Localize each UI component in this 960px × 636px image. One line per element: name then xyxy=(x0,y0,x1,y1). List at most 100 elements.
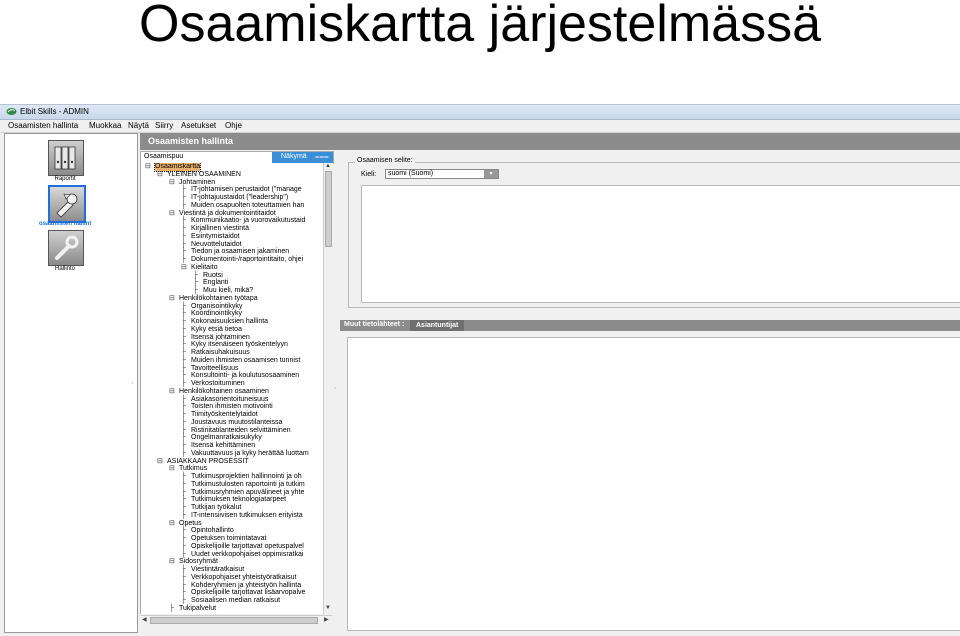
tree-node[interactable]: ├ Tutkimustulosten raportointi ja tutkim xyxy=(141,481,324,489)
view-button[interactable]: Näkymä ⩶ xyxy=(272,152,333,163)
tree-node[interactable]: ├ Tutkimuksen teknologiatarpeet xyxy=(141,496,324,504)
tree-node[interactable]: ⊟ ASIAKKAAN PROSESSIT xyxy=(141,458,324,466)
skill-description-legend: Osaamisen selite: xyxy=(355,157,415,164)
menu-muokkaa[interactable]: Muokkaa xyxy=(89,121,121,130)
tree-node[interactable]: ├ Tiedon ja osaamisen jakaminen xyxy=(141,248,324,256)
tree-node[interactable]: ├ Tukipalvelut xyxy=(141,605,324,613)
collapse-toggle-icon[interactable]: ⊟ xyxy=(181,264,187,272)
tree-node-label: Muu kieli, mikä? xyxy=(203,287,254,294)
tree-node[interactable]: ├ Opintohallinto xyxy=(141,527,324,535)
tree-node[interactable]: ├ Tutkijan työkalut xyxy=(141,504,324,512)
language-select[interactable]: suomi (Suomi) ▾ xyxy=(385,169,499,179)
tree-node[interactable]: ├ Verkostoituminen xyxy=(141,380,324,388)
tree-node[interactable]: ├ Ratkaisuhakuisuus xyxy=(141,349,324,357)
tree-node[interactable]: ⊟ Kielitaito xyxy=(141,264,324,272)
tree-node[interactable]: ├ Muiden ihmisten osaamisen tunnist xyxy=(141,357,324,365)
tree-node[interactable]: ⊟ Tutkimus xyxy=(141,465,324,473)
chevron-down-icon[interactable]: ▾ xyxy=(484,170,498,178)
tree-node[interactable]: ├ Ristiriitatilanteiden selvittäminen xyxy=(141,427,324,435)
tree-vertical-scrollbar[interactable]: ▲ ▼ xyxy=(323,163,333,614)
skill-description-textarea[interactable] xyxy=(361,185,960,303)
tree-node[interactable]: ├ Kommunikaatio- ja vuorovaikutustaid xyxy=(141,217,324,225)
splitter-handle-icon[interactable]: · xyxy=(131,380,133,387)
tree-node[interactable]: ├ Sosiaalisen median ratkaisut xyxy=(141,597,324,605)
tree-node[interactable]: ├ Neuvottelutaidot xyxy=(141,241,324,249)
tree-node[interactable]: ⊟ Henkilökohtainen työtapa xyxy=(141,295,324,303)
tree-node[interactable]: ├ Viestintäratkaisut xyxy=(141,566,324,574)
tree-node[interactable]: ├ Ongelmanratkaisukyky xyxy=(141,434,324,442)
tree-node[interactable]: ├ Asiakasorientoituneisuus xyxy=(141,396,324,404)
tree-node[interactable]: ├ Joustavuus muutostilanteissa xyxy=(141,419,324,427)
tree-node[interactable]: ├ Itsensä johtaminen xyxy=(141,334,324,342)
collapse-toggle-icon[interactable]: ⊟ xyxy=(169,295,175,303)
tree-node[interactable]: ├ Kyky itsenäiseen työskentelyyn xyxy=(141,341,324,349)
tree-hscroll-thumb[interactable] xyxy=(150,617,318,624)
tree-node[interactable]: ├ Verkkopohjaiset yhteistyöratkaisut xyxy=(141,574,324,582)
tree-node[interactable]: ⊟ Osaamiskartta xyxy=(141,163,324,172)
nav-hallinto[interactable]: Hallinto xyxy=(39,230,91,276)
tree-node[interactable]: ├ Ruotsi xyxy=(141,272,324,280)
tree-node[interactable]: ├ Englanti xyxy=(141,279,324,287)
scroll-down-icon[interactable]: ▼ xyxy=(325,605,331,611)
tree-branch-icon: ├ xyxy=(181,442,186,449)
tree-node[interactable]: ⊟ YLEINEN OSAAMINEN xyxy=(141,171,324,179)
tree-horizontal-scrollbar[interactable]: ◀ ▶ xyxy=(140,615,332,625)
tree-node[interactable]: ├ Tavoitteellisuus xyxy=(141,365,324,373)
details-splitter-icon[interactable]: · xyxy=(334,385,336,392)
menu-ohje[interactable]: Ohje xyxy=(225,121,242,130)
tree-node-label: Kohderyhmien ja yhteistyön hallinta xyxy=(191,581,302,589)
menu-asetukset[interactable]: Asetukset xyxy=(181,121,216,130)
tree-node[interactable]: ├ Itsensä kehittäminen xyxy=(141,442,324,450)
tree-node[interactable]: ├ Muu kieli, mikä? xyxy=(141,287,324,295)
tree-node[interactable]: ├ Tutkimusprojektien hallinnointi ja oh xyxy=(141,473,324,481)
collapse-toggle-icon[interactable]: ⊟ xyxy=(169,520,175,528)
menu-osaamisten-hallinta[interactable]: Osaamisten hallinta xyxy=(8,121,78,130)
tree-node[interactable]: ├ Opiskelijoille tarjottavat lisäarvopalv… xyxy=(141,589,324,597)
scroll-right-icon[interactable]: ▶ xyxy=(324,616,329,623)
scroll-up-icon[interactable]: ▲ xyxy=(325,163,331,169)
collapse-toggle-icon[interactable]: ⊟ xyxy=(169,210,175,218)
collapse-toggle-icon[interactable]: ⊟ xyxy=(169,179,175,187)
details-pane: · Osaamisen selite: Kieli: suomi (Suomi)… xyxy=(334,152,960,632)
tree-node[interactable]: ├ Opetuksen toimintatavat xyxy=(141,535,324,543)
tree-node[interactable]: ├ Opiskelijoille tarjottavat opetuspalvel xyxy=(141,543,324,551)
tree-node[interactable]: ├ Uudet verkkopohjaiset oppimisratkai xyxy=(141,551,324,559)
tab-asiantuntijat[interactable]: Asiantuntijat xyxy=(410,320,465,331)
tree-node[interactable]: ├ Tiimityöskentelytaidot xyxy=(141,411,324,419)
collapse-toggle-icon[interactable]: ⊟ xyxy=(169,465,175,473)
collapse-toggle-icon[interactable]: ⊟ xyxy=(157,458,163,466)
tree-node[interactable]: ⊟ Viestintä ja dokumentointitaidot xyxy=(141,210,324,218)
collapse-toggle-icon[interactable]: ⊟ xyxy=(157,171,163,179)
tree-node[interactable]: ├ Dokumentointi-/raportointitaito, ohjei xyxy=(141,256,324,264)
tree-node[interactable]: ├ Toisten ihmisten motivointi xyxy=(141,403,324,411)
tree-node[interactable]: ├ Organisointikyky xyxy=(141,303,324,311)
tree-node[interactable]: ├ Kokonaisuuksien hallinta xyxy=(141,318,324,326)
tree-node-label: Viestintäratkaisut xyxy=(191,566,245,573)
tree-branch-icon: ├ xyxy=(181,341,186,349)
tree-node[interactable]: ├ Vakuuttavuus ja kyky herättää luottam xyxy=(141,450,324,458)
menu-nayta[interactable]: Näytä xyxy=(128,121,149,130)
tree-node[interactable]: ⊟ Henkilökohtainen osaaminen xyxy=(141,388,324,396)
nav-raportit[interactable]: Raportit xyxy=(39,140,91,186)
tree-node[interactable]: ├ Konsultointi- ja koulutusosaaminen xyxy=(141,372,324,380)
tree-node[interactable]: ├ Esiintymistaidot xyxy=(141,233,324,241)
nav-osaamisten-hallinta[interactable]: osaamisten hallint xyxy=(39,185,91,231)
tree-node[interactable]: ├ IT-intensiivisen tutkimuksen erityista xyxy=(141,512,324,520)
tree-node[interactable]: ├ IT-johtajuustaidot ("leadership") xyxy=(141,194,324,202)
collapse-toggle-icon[interactable]: ⊟ xyxy=(145,163,151,171)
tree-node[interactable]: ├ Tutkimusryhmien apuvälineet ja yhte xyxy=(141,489,324,497)
tree-node[interactable]: ├ Kirjallinen viestintä xyxy=(141,225,324,233)
tree-node[interactable]: ⊟ Opetus xyxy=(141,520,324,528)
collapse-toggle-icon[interactable]: ⊟ xyxy=(169,388,175,396)
tree-node[interactable]: ⊟ Sidosryhmät xyxy=(141,558,324,566)
tree-node[interactable]: ├ Koordinointikyky xyxy=(141,310,324,318)
tree-node[interactable]: ⊟ Johtaminen xyxy=(141,179,324,187)
tree-scroll-thumb[interactable] xyxy=(325,171,332,247)
tree-node[interactable]: ├ Kohderyhmien ja yhteistyön hallinta xyxy=(141,582,324,590)
menu-siirry[interactable]: Siirry xyxy=(155,121,173,130)
tree-node[interactable]: ├ Kyky etsiä tietoa xyxy=(141,326,324,334)
tree-node[interactable]: ├ IT-johtamisen perustaidot ("manage xyxy=(141,186,324,194)
tree-node[interactable]: ├ Muiden osapuolten toteuttamien han xyxy=(141,202,324,210)
collapse-toggle-icon[interactable]: ⊟ xyxy=(169,558,175,566)
scroll-left-icon[interactable]: ◀ xyxy=(142,616,147,623)
